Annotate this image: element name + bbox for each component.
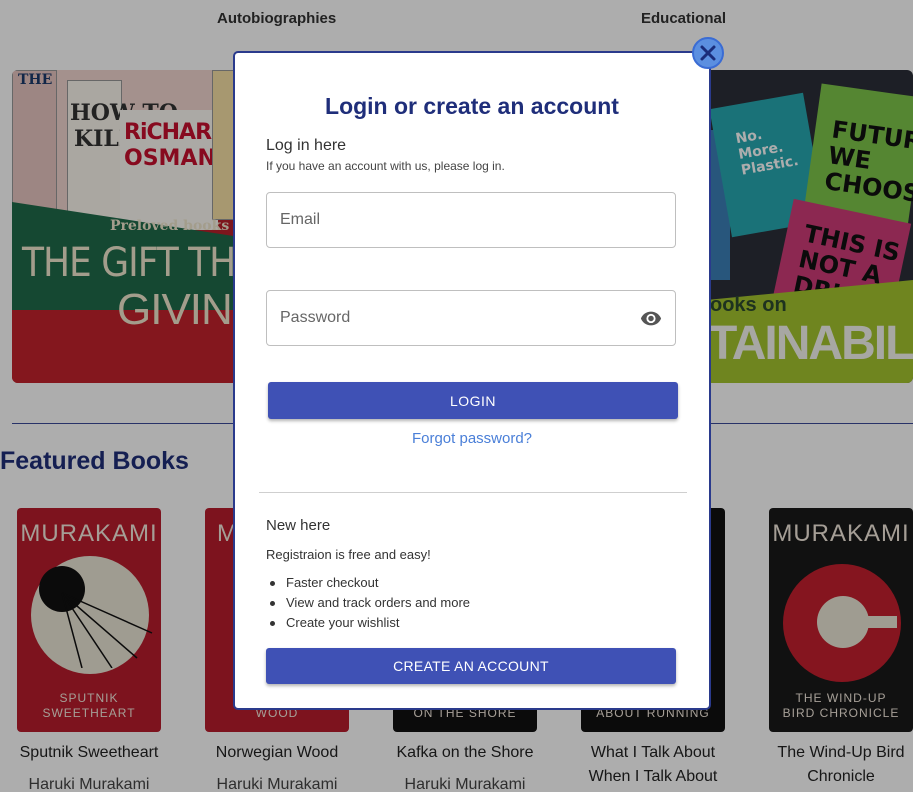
- forgot-password-link[interactable]: Forgot password?: [235, 430, 709, 447]
- list-item: Faster checkout: [266, 573, 470, 593]
- close-icon: [700, 45, 716, 61]
- list-item: View and track orders and more: [266, 593, 470, 613]
- login-heading: Log in here: [266, 137, 347, 154]
- new-here-subtext: Registraion is free and easy!: [266, 547, 431, 562]
- benefits-list: Faster checkout View and track orders an…: [266, 573, 470, 633]
- modal-title: Login or create an account: [325, 93, 619, 119]
- list-item: Create your wishlist: [266, 613, 470, 633]
- login-modal: Login or create an account Log in here I…: [233, 51, 711, 710]
- password-field[interactable]: [266, 290, 676, 346]
- eye-icon[interactable]: [639, 307, 663, 329]
- new-here-heading: New here: [266, 517, 331, 534]
- email-field[interactable]: [266, 192, 676, 248]
- email-input[interactable]: [280, 193, 620, 247]
- section-divider: [259, 492, 687, 493]
- login-subtext: If you have an account with us, please l…: [266, 159, 505, 173]
- create-account-button[interactable]: CREATE AN ACCOUNT: [266, 648, 676, 684]
- close-button[interactable]: [692, 37, 724, 69]
- password-input[interactable]: [280, 291, 620, 345]
- login-button[interactable]: LOGIN: [268, 382, 678, 419]
